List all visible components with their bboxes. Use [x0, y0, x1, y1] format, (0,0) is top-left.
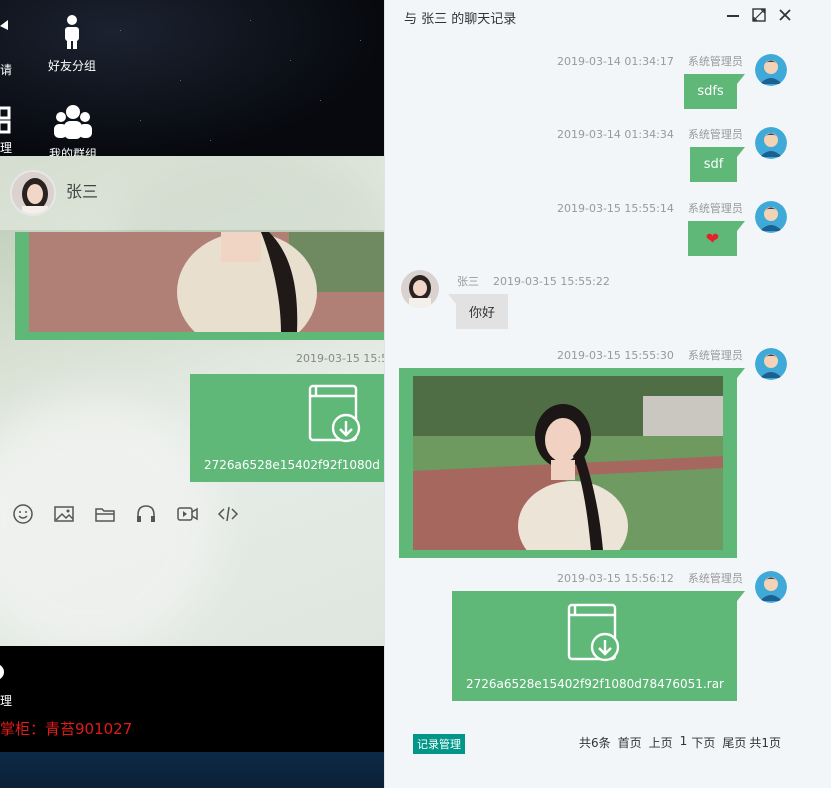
close-icon[interactable] [777, 7, 793, 23]
file-download-icon [567, 603, 620, 662]
page-count: 共1页 [749, 736, 781, 750]
text-message[interactable]: sdfs [684, 74, 745, 109]
group-icon [54, 105, 92, 139]
panel-title: 与 张三 的聊天记录 [404, 12, 517, 27]
message-meta: 2019-03-15 15:55:14 系统管理员 [557, 200, 743, 216]
avatar[interactable] [755, 127, 787, 159]
message-meta: 2019-03-14 01:34:34 系统管理员 [557, 126, 743, 142]
invite-icon [0, 20, 8, 30]
total-count: 共6条 [579, 736, 611, 750]
maximize-icon[interactable] [751, 7, 767, 23]
image-message[interactable] [15, 232, 384, 340]
emoji-icon[interactable] [12, 503, 34, 525]
desktop-friend-groups[interactable]: 好友分组 [46, 14, 98, 74]
avatar[interactable] [755, 201, 787, 233]
file-download-icon [308, 384, 361, 443]
window-controls [725, 7, 793, 23]
avatar[interactable] [755, 348, 787, 380]
message-time: 2019-03-14 01:34:17 [557, 55, 674, 68]
chat-toolbar [12, 503, 239, 525]
message-text: sdfs [697, 84, 724, 99]
message-sender: 系统管理员 [687, 202, 743, 215]
message-time: 2019-03-15 15:55:14 [557, 202, 674, 215]
message-meta: 2019-03-14 01:34:17 系统管理员 [557, 53, 743, 69]
minimize-icon[interactable] [725, 7, 741, 23]
message-sender: 系统管理员 [687, 349, 743, 362]
manage-label[interactable]: 理 [0, 692, 12, 709]
next-page-link[interactable]: 下页 [691, 734, 715, 751]
folder-icon[interactable] [94, 503, 116, 525]
text-message[interactable]: 你好 [447, 294, 509, 329]
contact-avatar[interactable] [10, 170, 56, 216]
message-text: ❤ [705, 229, 720, 248]
desktop-manage-label: 理 [0, 141, 12, 155]
message-meta: 2019-03-15 15:56:12 系统管理员 [557, 570, 743, 586]
desktop-invite[interactable]: 请 [0, 16, 18, 78]
pagination: 共6条 首页 上页 1 下页 尾页 共1页 [579, 734, 781, 751]
desktop-my-groups[interactable]: 我的群组 [46, 104, 100, 162]
background-app: 请 好友分组 理 我的群组 张三 2019-03-15 15:5 2726a65… [0, 0, 384, 788]
photo[interactable] [413, 376, 723, 550]
message-meta: 张三 2019-03-15 15:55:22 [457, 273, 610, 289]
message-time: 2019-03-15 15:55:22 [493, 275, 610, 288]
message-time: 2019-03-15 15:56:12 [557, 572, 674, 585]
prev-page-link[interactable]: 上页 [649, 734, 673, 751]
image-message[interactable] [399, 368, 745, 558]
chat-header: 张三 [0, 156, 384, 230]
message-sender: 张三 [457, 275, 479, 288]
avatar[interactable] [755, 54, 787, 86]
grid-icon [0, 106, 11, 134]
first-page-link[interactable]: 首页 [618, 734, 642, 751]
audio-icon[interactable] [135, 503, 157, 525]
manage-icon [0, 665, 4, 679]
message-sender: 系统管理员 [687, 128, 743, 141]
message-time: 2019-03-15 15:55:30 [557, 349, 674, 362]
last-page-link[interactable]: 尾页 [722, 734, 746, 751]
file-name: 2726a6528e15402f92f1080d [204, 458, 380, 472]
message-sender: 系统管理员 [687, 55, 743, 68]
file-message[interactable]: 2726a6528e15402f92f1080d78476051.rar [452, 591, 745, 701]
chat-window: 张三 2019-03-15 15:5 2726a6528e15402f92f10… [0, 156, 384, 646]
message-sender: 系统管理员 [687, 572, 743, 585]
message-timestamp: 2019-03-15 15:5 [296, 352, 384, 365]
desktop-manage[interactable]: 理 [0, 104, 18, 156]
message-meta: 2019-03-15 15:55:30 系统管理员 [557, 347, 743, 363]
message-time: 2019-03-14 01:34:34 [557, 128, 674, 141]
emoji-message[interactable]: ❤ [688, 221, 745, 256]
avatar[interactable] [401, 270, 439, 308]
text-message[interactable]: sdf [690, 147, 745, 182]
file-message[interactable]: 2726a6528e15402f92f1080d [190, 374, 384, 482]
desktop-invite-label: 请 [0, 63, 12, 77]
desktop-friend-groups-label: 好友分组 [47, 59, 96, 73]
video-icon[interactable] [176, 503, 198, 525]
desktop-area: 请 好友分组 理 我的群组 [0, 0, 384, 161]
message-text: sdf [703, 157, 724, 172]
user-icon [65, 15, 79, 49]
current-page: 1 [679, 734, 688, 748]
code-icon[interactable] [217, 503, 239, 525]
avatar[interactable] [755, 571, 787, 603]
message-text: 你好 [469, 306, 496, 321]
image-icon[interactable] [53, 503, 75, 525]
taskbar [0, 752, 384, 788]
shopkeeper-text: 掌柜：青苔901027 [0, 720, 133, 738]
records-management-button[interactable]: 记录管理 [413, 734, 465, 754]
contact-name: 张三 [66, 182, 99, 201]
file-name: 2726a6528e15402f92f1080d78476051.rar [466, 677, 724, 691]
